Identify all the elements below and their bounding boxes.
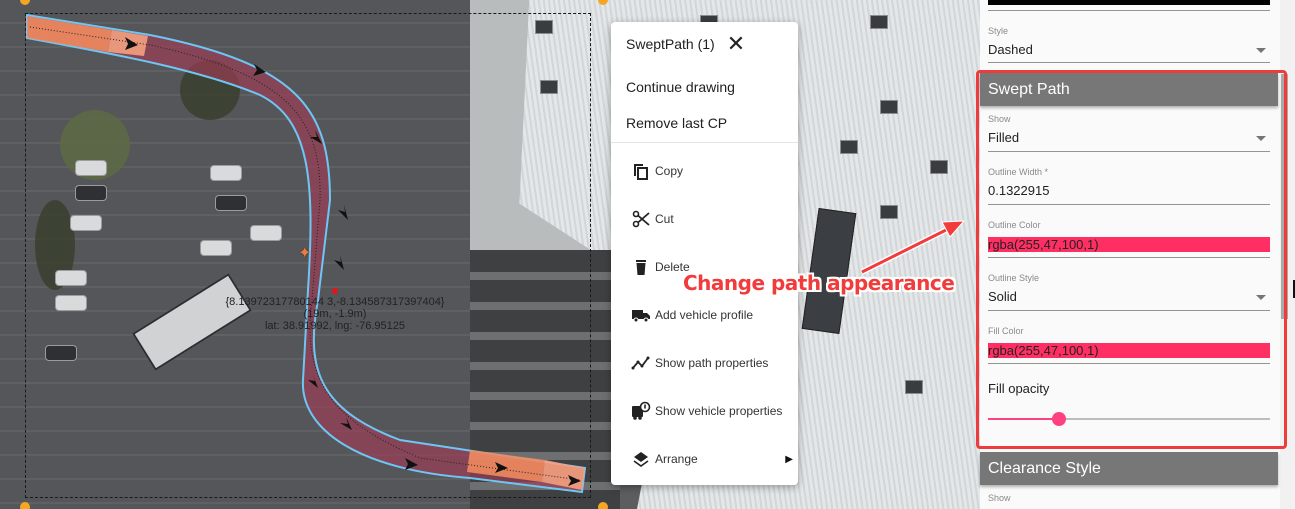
path-icon bbox=[631, 353, 651, 373]
menu-item-show-vehicle-properties[interactable]: Show vehicle properties bbox=[631, 399, 791, 423]
menu-item-continue-drawing[interactable]: Continue drawing bbox=[626, 79, 735, 95]
annotation-highlight-box bbox=[976, 70, 1287, 449]
copy-icon bbox=[631, 161, 651, 181]
vehicle-info-icon bbox=[631, 401, 651, 421]
field-underline bbox=[988, 62, 1270, 63]
resize-handle-bottom-right[interactable] bbox=[598, 502, 608, 509]
context-menu-title: SweptPath (1) bbox=[626, 36, 715, 52]
section-header-clearance-style[interactable]: Clearance Style bbox=[980, 452, 1278, 485]
annotation-label: Change path appearance bbox=[683, 271, 955, 295]
field-underline bbox=[988, 10, 1270, 11]
coordinate-vector: {8.13972317780144 3,-8.134587317397404} bbox=[225, 296, 445, 308]
close-icon[interactable]: ✕ bbox=[727, 33, 745, 55]
menu-item-label: Cut bbox=[655, 212, 674, 226]
style-label: Style bbox=[988, 26, 1009, 36]
menu-item-label: Show vehicle properties bbox=[655, 404, 783, 418]
menu-item-cut[interactable]: Cut bbox=[631, 207, 791, 231]
menu-item-label: Arrange bbox=[655, 452, 698, 466]
resize-handle-bottom-left[interactable] bbox=[20, 502, 30, 509]
coordinate-size: (19m, -1.9m) bbox=[303, 308, 367, 320]
menu-item-remove-last-cp[interactable]: Remove last CP bbox=[626, 115, 727, 131]
menu-item-label: Copy bbox=[655, 164, 684, 178]
trash-icon bbox=[631, 257, 651, 277]
submenu-arrow-icon: ▶ bbox=[785, 453, 793, 465]
coordinate-latlng: lat: 38.91992, lng: -76.95125 bbox=[264, 320, 406, 332]
menu-item-label: Show path properties bbox=[655, 356, 769, 370]
menu-item-copy[interactable]: Copy bbox=[631, 159, 791, 183]
context-menu-header: SweptPath (1) ✕ bbox=[626, 33, 745, 55]
style-select[interactable]: Dashed bbox=[988, 42, 1033, 57]
menu-item-add-vehicle-profile[interactable]: Add vehicle profile bbox=[631, 303, 791, 327]
clearance-show-label: Show bbox=[988, 493, 1011, 503]
menu-divider bbox=[611, 142, 798, 143]
layers-icon bbox=[631, 449, 651, 469]
rotation-center-icon[interactable]: ✦ bbox=[298, 246, 311, 262]
menu-item-label: Add vehicle profile bbox=[655, 308, 754, 322]
map-canvas[interactable]: ✦ {8.13972317780144 3,-8.134587317397404… bbox=[0, 0, 980, 509]
menu-item-arrange[interactable]: Arrange ▶ bbox=[631, 447, 793, 471]
coordinate-readout: {8.13972317780144 3,-8.134587317397404} … bbox=[190, 296, 480, 332]
menu-item-show-path-properties[interactable]: Show path properties bbox=[631, 351, 791, 375]
dropdown-arrow-icon[interactable] bbox=[1256, 48, 1266, 53]
truck-icon bbox=[631, 305, 651, 325]
scissors-icon bbox=[631, 209, 651, 229]
top-color-field[interactable] bbox=[988, 0, 1270, 5]
context-menu: SweptPath (1) ✕ Continue drawing Remove … bbox=[611, 22, 798, 485]
